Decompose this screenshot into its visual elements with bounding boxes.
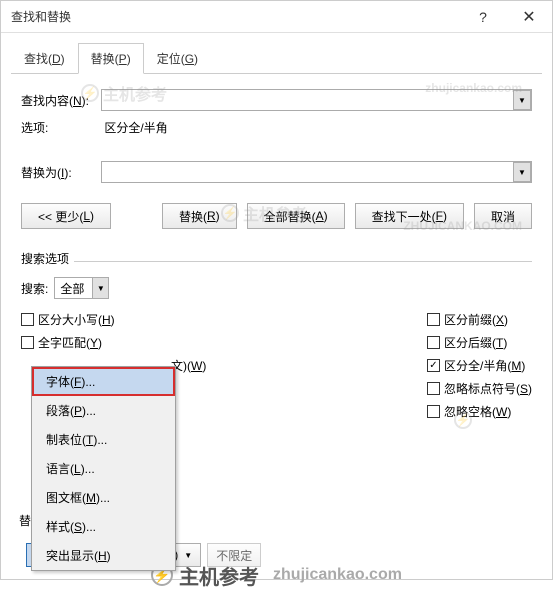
check-wildcards-tail[interactable]: 文)(W) [171,357,206,374]
tab-replace[interactable]: 替换(P) [78,43,144,74]
check-prefix[interactable]: 区分前缀(X) [427,311,532,328]
check-ignore-punct[interactable]: 忽略标点符号(S) [427,380,532,397]
replace-button[interactable]: 替换(R) [162,203,237,229]
find-dropdown-icon[interactable]: ▼ [513,90,531,110]
dialog-title: 查找和替换 [11,8,71,25]
menu-item-font[interactable]: 字体(F)... [32,367,175,396]
chevron-down-icon[interactable]: ▼ [92,278,108,298]
menu-item-frame[interactable]: 图文框(M)... [32,483,175,512]
find-input[interactable]: ▼ [101,89,532,111]
check-fullwidth[interactable]: ✓区分全/半角(M) [427,357,532,374]
format-popup-menu: 字体(F)... 段落(P)... 制表位(T)... 语言(L)... 图文框… [31,366,176,571]
close-button[interactable]: ✕ [506,1,552,33]
menu-item-highlight[interactable]: 突出显示(H) [32,541,175,570]
replace-label: 替换为(I): [21,164,101,181]
check-ignore-space[interactable]: 忽略空格(W) [427,403,532,420]
check-whole-word[interactable]: 全字匹配(Y) [21,334,206,351]
find-replace-dialog: 查找和替换 ? ✕ 查找(D) 替换(P) 定位(G) 查找内容(N): ▼ 选… [0,0,553,580]
less-button[interactable]: << 更少(L) [21,203,111,229]
search-direction-label: 搜索: [21,280,48,297]
cancel-button[interactable]: 取消 [474,203,532,229]
titlebar: 查找和替换 ? ✕ [1,1,552,33]
tab-goto[interactable]: 定位(G) [144,43,211,74]
replace-group-label: 替 [19,512,31,529]
help-button[interactable]: ? [460,1,506,33]
check-match-case[interactable]: 区分大小写(H) [21,311,206,328]
find-label: 查找内容(N): [21,92,101,109]
search-options-group: 搜索选项 [21,244,532,262]
menu-item-paragraph[interactable]: 段落(P)... [32,396,175,425]
no-format-button[interactable]: 不限定 [207,543,261,567]
options-label: 选项: [21,119,101,136]
tabs: 查找(D) 替换(P) 定位(G) [11,43,542,74]
menu-item-language[interactable]: 语言(L)... [32,454,175,483]
replace-dropdown-icon[interactable]: ▼ [513,162,531,182]
tab-find[interactable]: 查找(D) [11,43,78,74]
menu-item-tabs[interactable]: 制表位(T)... [32,425,175,454]
replace-all-button[interactable]: 全部替换(A) [247,203,345,229]
checks-right: 区分前缀(X) 区分后缀(T) ✓区分全/半角(M) 忽略标点符号(S) 忽略空… [427,311,532,420]
menu-item-style[interactable]: 样式(S)... [32,512,175,541]
options-value: 区分全/半角 [104,121,167,135]
find-next-button[interactable]: 查找下一处(F) [355,203,464,229]
check-suffix[interactable]: 区分后缀(T) [427,334,532,351]
search-direction-select[interactable]: 全部 ▼ [54,277,109,299]
replace-input[interactable]: ▼ [101,161,532,183]
